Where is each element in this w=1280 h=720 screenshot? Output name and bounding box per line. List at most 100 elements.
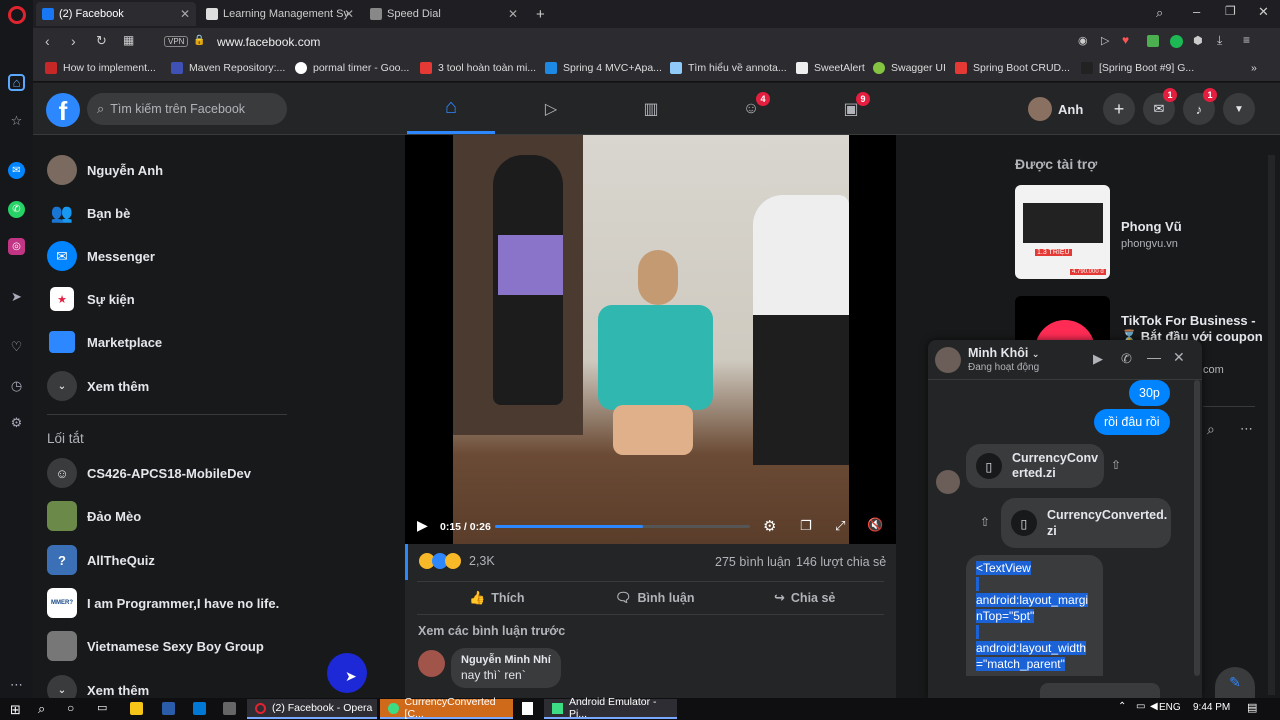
opera-logo-icon[interactable] [8, 6, 26, 24]
taskbar-app-emulator[interactable]: Android Emulator - Pi... [544, 696, 677, 720]
reload-icon[interactable]: ↻ [96, 33, 107, 49]
sidebar-item-see-more[interactable]: ⌄ Xem thêm [47, 368, 149, 404]
video-player[interactable]: ▶ 0:15 / 0:26 ⚙ ❐ ⤢ 🔇 [405, 135, 896, 544]
whatsapp-icon[interactable]: ✆ [8, 201, 25, 218]
download-icon[interactable]: ⤓ [1217, 33, 1222, 48]
search-contacts-icon[interactable]: ⌕ [1207, 421, 1215, 438]
wallet-icon[interactable]: ⬢ [1193, 34, 1203, 47]
shortcut-item[interactable]: Đảo Mèo [47, 498, 141, 534]
forward-icon[interactable]: › [71, 33, 76, 49]
reactions-summary[interactable]: 2,3K [419, 553, 495, 569]
task-view-icon[interactable]: ▭ [97, 701, 107, 714]
shortcut-item[interactable]: ? AllTheQuiz [47, 542, 155, 578]
more-bookmarks-icon[interactable]: » [1251, 62, 1257, 74]
create-button[interactable]: + [1103, 93, 1135, 125]
chat-scrollbar[interactable] [1194, 380, 1200, 676]
volume-icon[interactable]: ◀ [1150, 701, 1158, 712]
ad-title[interactable]: TikTok For Business - [1121, 313, 1256, 328]
bookmark-item[interactable]: Swagger UI [873, 62, 946, 74]
windows-start-icon[interactable]: ⊞ [10, 702, 21, 718]
comment-author[interactable]: Nguyễn Minh Nhí [461, 654, 551, 666]
close-tab-icon[interactable]: ✕ [180, 7, 190, 21]
bookmark-item[interactable]: Tìm hiểu về annota... [670, 62, 787, 74]
search-tabs-icon[interactable]: ⌕ [1156, 5, 1163, 21]
avatar[interactable] [418, 650, 445, 677]
network-icon[interactable]: ▭ [1136, 701, 1145, 712]
show-hidden-icons[interactable]: ⌃ [1118, 701, 1126, 712]
heart-icon[interactable]: ♥ [1122, 33, 1129, 47]
account-menu-button[interactable]: ▼ [1223, 93, 1255, 125]
url-field[interactable]: www.facebook.com [217, 35, 320, 49]
home-tab-icon[interactable]: ⌂ [407, 83, 495, 134]
file-attachment[interactable]: ▯ CurrencyConverted.zi [966, 444, 1104, 488]
profile-chip[interactable]: Anh [1028, 93, 1083, 125]
back-icon[interactable]: ‹ [45, 33, 50, 49]
new-message-button[interactable]: ✎ [1215, 667, 1255, 698]
menu-icon[interactable]: ≡ [1243, 33, 1250, 47]
maximize-window-icon[interactable]: ❐ [1225, 4, 1236, 18]
bookmark-item[interactable]: SweetAlert [796, 62, 865, 74]
gaming-tab-icon[interactable]: ▣ [807, 83, 895, 134]
bookmarks-icon[interactable]: ☆ [8, 112, 25, 129]
new-tab-button[interactable]: + [530, 2, 551, 26]
share-button[interactable]: ↪ Chia sẻ [774, 590, 835, 606]
avatar[interactable] [935, 347, 961, 373]
bookmark-item[interactable]: Spring 4 MVC+Apa... [545, 62, 662, 74]
video-call-icon[interactable]: ▶ [1093, 351, 1103, 367]
speed-dial-icon[interactable]: ⌂ [8, 74, 25, 91]
marketplace-tab-icon[interactable]: ▥ [607, 83, 695, 134]
groups-tab-icon[interactable]: ☺ [707, 83, 795, 134]
instagram-icon[interactable]: ◎ [8, 238, 25, 255]
bookmark-item[interactable]: 3 tool hoàn toàn mi... [420, 62, 536, 74]
notepad-icon[interactable] [522, 702, 533, 715]
search-icon[interactable]: ⌕ [38, 701, 45, 717]
phone-icon[interactable]: ✆ [1121, 351, 1132, 367]
minimize-chat-icon[interactable]: — [1147, 349, 1161, 365]
grammarly-icon[interactable] [1170, 35, 1183, 48]
sidebar-item-marketplace[interactable]: Marketplace [47, 324, 162, 360]
message-input[interactable] [1040, 683, 1160, 698]
close-tab-icon[interactable]: ✕ [344, 7, 354, 21]
bookmark-item[interactable]: Maven Repository:... [171, 62, 285, 74]
play-icon[interactable]: ▷ [1101, 34, 1109, 47]
chat-contact-name[interactable]: Minh Khôi ⌄ [968, 346, 1039, 360]
extension-icon[interactable] [1147, 35, 1159, 47]
sidebar-item-profile[interactable]: Nguyễn Anh [47, 152, 163, 188]
forward-icon[interactable]: ⇧ [980, 515, 990, 529]
play-button-icon[interactable]: ▶ [417, 517, 428, 534]
video-progress-track[interactable] [495, 525, 750, 528]
more-options-icon[interactable]: ⋯ [1240, 421, 1253, 437]
taskbar-app-opera[interactable]: (2) Facebook - Opera [247, 699, 377, 719]
like-button[interactable]: 👍 Thích [469, 590, 525, 606]
notifications-icon[interactable]: ▤ [1247, 701, 1257, 714]
watch-tab-icon[interactable]: ▷ [507, 83, 595, 134]
shares-count[interactable]: 146 lượt chia sẻ [796, 555, 886, 569]
send-icon[interactable]: ➤ [8, 288, 25, 305]
comments-count[interactable]: 275 bình luận [715, 555, 791, 569]
ad-title[interactable]: Phong Vũ [1121, 219, 1182, 234]
sidebar-item-events[interactable]: ★ Sự kiện [47, 281, 135, 317]
sidebar-item-friends[interactable]: 👥 Bạn bè [47, 195, 131, 231]
ad-image[interactable]: 1.3 TRIỆU 4.790.000 đ [1015, 185, 1110, 279]
app-icon[interactable] [193, 702, 206, 715]
vscode-icon[interactable] [162, 702, 175, 715]
settings-icon[interactable]: ⚙ [8, 414, 25, 431]
close-window-icon[interactable]: ✕ [1258, 4, 1269, 20]
shortcut-item[interactable]: ☺ CS426-APCS18-MobileDev [47, 455, 251, 491]
camera-icon[interactable]: ◉ [1078, 34, 1088, 47]
fullscreen-icon[interactable]: ⤢ [835, 518, 845, 534]
tab-speed-dial[interactable]: Speed Dial ✕ [364, 2, 524, 26]
shortcut-item[interactable]: Vietnamese Sexy Boy Group [47, 628, 264, 664]
close-tab-icon[interactable]: ✕ [508, 7, 518, 21]
see-previous-comments[interactable]: Xem các bình luận trước [418, 624, 565, 638]
bookmark-item[interactable]: How to implement... [45, 62, 156, 74]
messenger-icon[interactable]: ✉ [8, 162, 25, 179]
mute-icon[interactable]: 🔇 [867, 517, 883, 533]
search-input[interactable]: ⌕ Tìm kiếm trên Facebook [87, 93, 287, 125]
file-explorer-icon[interactable] [130, 702, 143, 715]
shortcut-item[interactable]: MMER? I am Programmer,I have no life. [47, 585, 279, 621]
video-settings-icon[interactable]: ⚙ [763, 517, 776, 535]
history-icon[interactable]: ◷ [8, 377, 25, 394]
sidebar-item-messenger[interactable]: ✉ Messenger [47, 238, 155, 274]
picture-in-picture-icon[interactable]: ❐ [800, 518, 812, 534]
